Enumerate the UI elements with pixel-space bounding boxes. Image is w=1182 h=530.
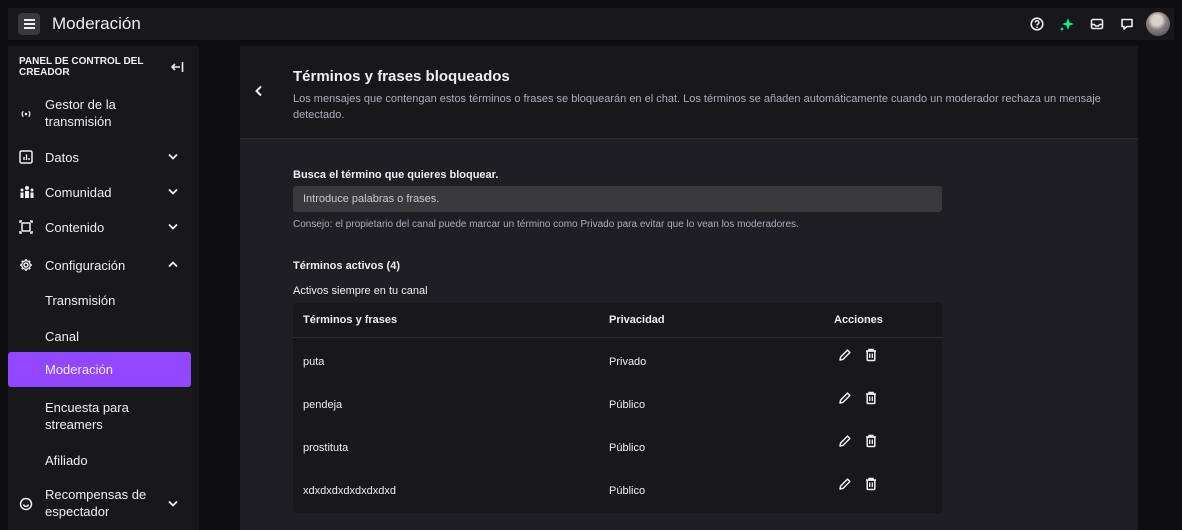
edit-icon[interactable] [838,477,852,491]
table-row: prostituta Público [293,426,942,469]
privacy-cell: Público [609,399,646,411]
inbox-icon[interactable] [1082,8,1112,40]
table-row: puta Privado [293,340,942,383]
top-icons [1022,8,1174,40]
edit-icon[interactable] [838,348,852,362]
sidebar-item-label: Recompensas de espectador [45,487,147,519]
delete-icon[interactable] [864,348,878,362]
sidebar-item-configuracion[interactable]: Configuración [8,255,199,275]
sidebar-header: PANEL DE CONTROL DEL CREADOR [19,56,144,78]
term-cell: xdxdxdxdxdxdxdxd [303,485,396,497]
chat-icon[interactable] [1112,8,1142,40]
row-actions [838,348,878,362]
gear-icon [19,258,33,272]
sidebar: PANEL DE CONTROL DEL CREADOR Gestor de l… [8,46,199,530]
sidebar-item-stream-manager[interactable]: Gestor de la transmisión [8,96,199,132]
sidebar-item-label: Datos [45,150,79,165]
sidebar-subitem-moderacion[interactable]: Moderación [8,352,191,387]
top-bar: Moderación [8,8,1174,40]
chevron-down-icon [168,188,178,195]
delete-icon[interactable] [864,391,878,405]
column-header-privacy: Privacidad [609,314,665,326]
edit-icon[interactable] [838,434,852,448]
column-header-terms: Términos y frases [303,314,398,326]
search-label: Busca el término que quieres bloquear. [293,169,499,181]
sidebar-item-datos[interactable]: Datos [8,147,199,167]
chevron-down-icon [168,500,178,507]
active-terms-title: Términos activos (4) [293,260,400,272]
table-row: pendeja Público [293,383,942,426]
row-actions [838,391,878,405]
sidebar-item-label: Gestor de la transmisión [45,97,116,129]
sidebar-item-label: Contenido [45,220,105,235]
delete-icon[interactable] [864,477,878,491]
page-title: Moderación [52,14,141,33]
sidebar-subitem-encuesta[interactable]: Encuesta para streamers [45,399,155,433]
terms-table: Términos y frases Privacidad Acciones pu… [293,303,942,513]
menu-icon[interactable] [18,13,40,35]
active-terms-subtitle: Activos siempre en tu canal [293,285,428,297]
panel-header: Términos y frases bloqueados Los mensaje… [240,46,1138,139]
term-cell: prostituta [303,442,349,454]
privacy-cell: Público [609,485,646,497]
delete-icon[interactable] [864,434,878,448]
content-icon [19,220,33,234]
privacy-tip: Consejo: el propietario del canal puede … [293,219,799,230]
right-gutter [1138,46,1182,530]
sidebar-subitem-afiliado[interactable]: Afiliado [45,452,88,469]
chevron-down-icon [168,153,178,160]
column-header-actions: Acciones [834,314,883,326]
rewards-icon [19,497,33,511]
chevron-down-icon [168,223,178,230]
search-input[interactable] [293,186,942,212]
row-actions [838,434,878,448]
broadcast-icon [19,108,33,120]
sidebar-subitem-transmision[interactable]: Transmisión [45,292,115,309]
term-cell: puta [303,356,325,368]
privacy-cell: Privado [609,356,647,368]
sidebar-subitem-canal[interactable]: Canal [45,328,79,345]
row-actions [838,477,878,491]
help-icon[interactable] [1022,8,1052,40]
chart-icon [19,150,33,164]
sidebar-item-label: Configuración [45,258,126,273]
table-row: xdxdxdxdxdxdxdxd Público [293,469,942,512]
collapse-icon[interactable] [170,60,184,78]
privacy-cell: Público [609,442,646,454]
chevron-up-icon [168,261,178,268]
avatar[interactable] [1146,12,1170,36]
term-cell: pendeja [303,399,343,411]
sparkle-icon[interactable] [1052,8,1082,40]
sidebar-item-label: Comunidad [45,185,112,200]
blocked-terms-panel: Términos y frases bloqueados Los mensaje… [240,46,1138,530]
back-icon[interactable] [254,84,264,102]
table-header: Términos y frases Privacidad Acciones [293,303,942,338]
sidebar-item-label: Moderación [45,362,113,377]
sidebar-item-contenido[interactable]: Contenido [8,217,199,237]
community-icon [19,185,35,199]
panel-description: Los mensajes que contengan estos término… [293,93,1101,121]
edit-icon[interactable] [838,391,852,405]
sidebar-item-comunidad[interactable]: Comunidad [8,182,199,202]
panel-title: Términos y frases bloqueados [293,68,510,85]
sidebar-item-recompensas[interactable]: Recompensas de espectador [8,486,199,522]
